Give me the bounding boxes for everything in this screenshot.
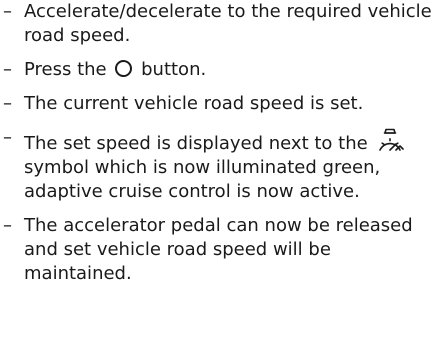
adaptive-cruise-control-icon — [376, 126, 405, 154]
instruction-text-after-icon: symbol which is now illuminated green, a… — [24, 157, 381, 202]
instruction-text: Accelerate/decelerate to the required ve… — [24, 1, 432, 46]
list-dash: – — [3, 1, 12, 22]
list-dash: – — [3, 127, 12, 148]
list-dash: – — [3, 215, 12, 236]
instruction-step-2: – Press the button. — [0, 58, 434, 82]
list-dash: – — [3, 93, 12, 114]
instruction-text-before-icon: The set speed is displayed next to the — [24, 133, 368, 154]
instruction-text-before-icon: Press the — [24, 59, 107, 80]
instruction-step-5: – The accelerator pedal can now be relea… — [0, 214, 434, 286]
instruction-text: The current vehicle road speed is set. — [24, 93, 364, 114]
instruction-step-3: – The current vehicle road speed is set. — [0, 92, 434, 116]
instruction-text-after-icon: button. — [141, 59, 207, 80]
circle-button-icon — [115, 60, 133, 77]
instruction-text: The accelerator pedal can now be release… — [24, 215, 413, 284]
instruction-step-1: – Accelerate/decelerate to the required … — [0, 0, 434, 48]
instruction-list: – Accelerate/decelerate to the required … — [0, 0, 434, 296]
list-dash: – — [3, 59, 12, 80]
instruction-step-4: – The set speed is displayed next to the… — [0, 126, 434, 204]
